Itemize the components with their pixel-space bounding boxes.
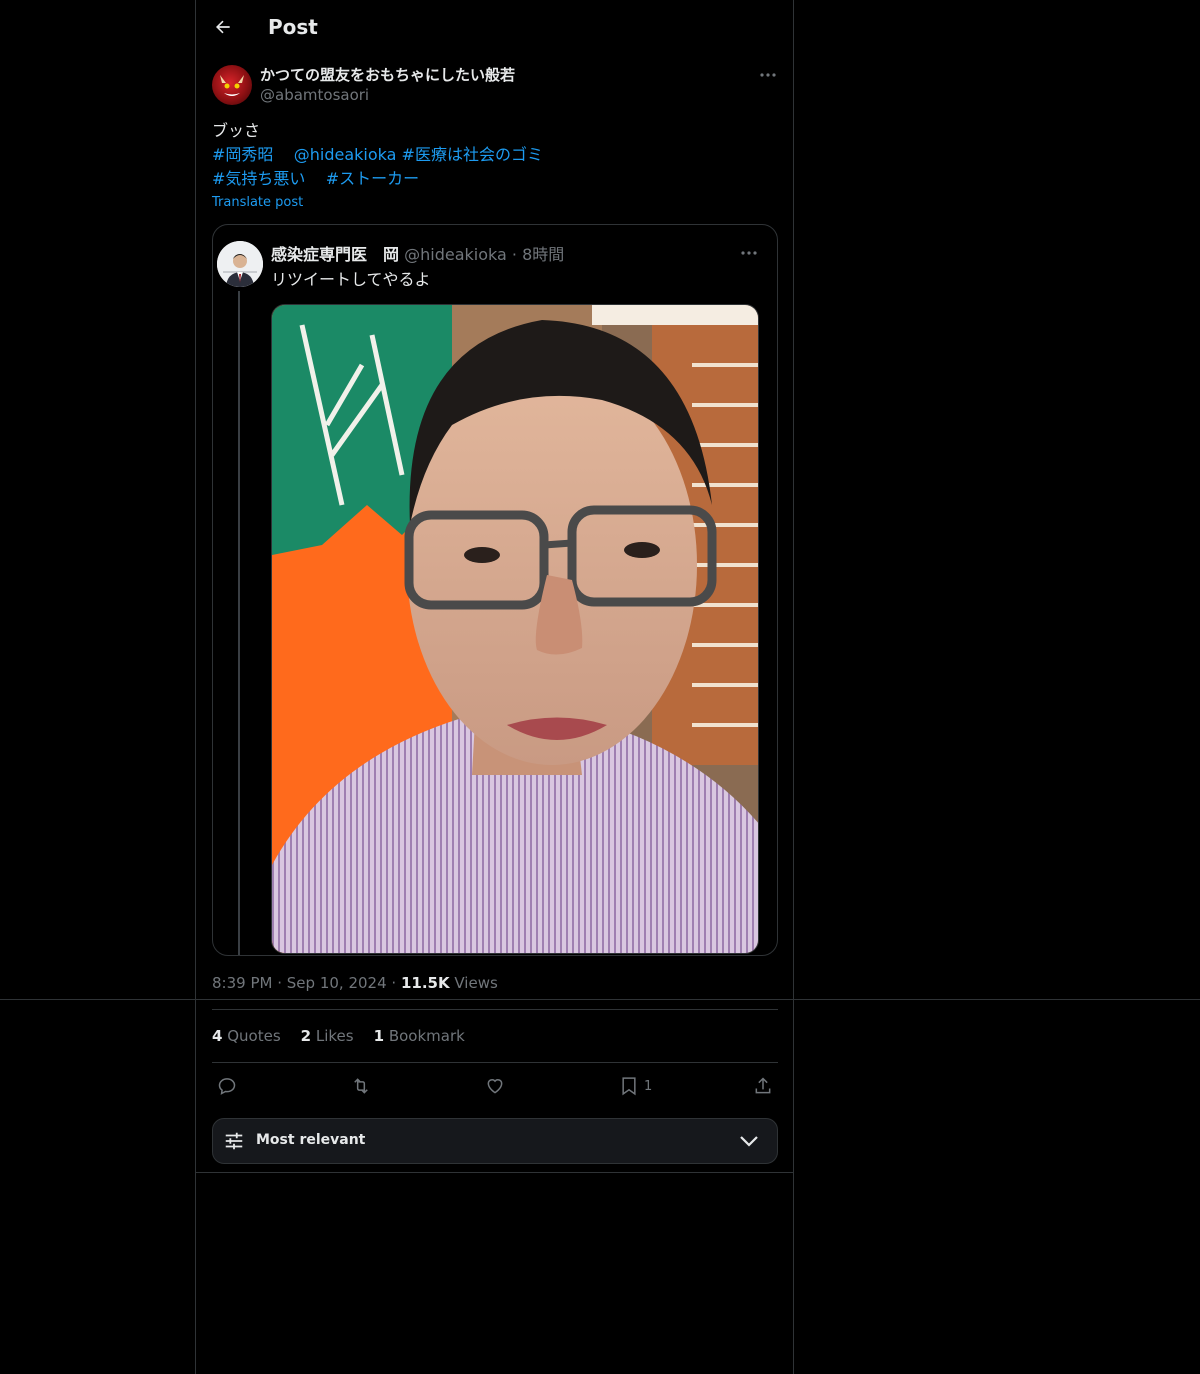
like-button[interactable] [485, 1076, 505, 1096]
quoted-avatar[interactable] [217, 241, 263, 287]
divider [195, 1172, 794, 1173]
post-author: かつての盟友をおもちゃにしたい般若 @abamtosaori [212, 65, 515, 105]
quotes-stat[interactable]: 4 Quotes [212, 1027, 281, 1045]
quoted-text: リツイートしてやるよ [271, 270, 431, 289]
reply-icon [218, 1078, 236, 1095]
repost-icon [354, 1078, 368, 1094]
hashtag-link[interactable]: #医療は社会のゴミ [402, 145, 543, 164]
chevron-down-icon [739, 1133, 759, 1152]
bookmarks-stat[interactable]: 1 Bookmark [374, 1027, 465, 1045]
quoted-post[interactable]: 感染症専門医 岡 @hideakioka · 8時間 リツイートしてやるよ [212, 224, 778, 956]
back-arrow-icon[interactable] [212, 16, 234, 38]
page-title: Post [268, 15, 318, 39]
quoted-photo[interactable] [271, 304, 759, 954]
quoted-more-icon[interactable] [739, 243, 759, 263]
post-meta: 8:39 PM · Sep 10, 2024 · 11.5K Views [212, 974, 498, 992]
views-label: Views [454, 974, 498, 992]
hashtag-link[interactable]: #岡秀昭 [212, 145, 273, 164]
translate-post-link[interactable]: Translate post [212, 195, 303, 210]
share-icon [755, 1077, 771, 1094]
views-count: 11.5K [400, 974, 450, 992]
hashtag-link[interactable]: #気持ち悪い [212, 169, 305, 188]
divider [212, 1062, 778, 1063]
sliders-icon [223, 1130, 245, 1156]
page-header: Post [212, 10, 318, 44]
reply-button[interactable] [217, 1076, 237, 1096]
author-handle[interactable]: @abamtosaori [260, 85, 515, 105]
quoted-author-name[interactable]: 感染症専門医 岡 [271, 245, 399, 264]
divider [212, 1009, 778, 1010]
quoted-timestamp[interactable]: 8時間 [522, 245, 564, 264]
more-icon[interactable] [758, 65, 778, 85]
author-name[interactable]: かつての盟友をおもちゃにしたい般若 [260, 65, 515, 85]
action-bar: 1 [212, 1074, 778, 1102]
post-text-line: ブッさ [212, 121, 261, 140]
divider [0, 999, 1200, 1000]
repost-button[interactable] [350, 1076, 372, 1096]
quoted-author-handle[interactable]: @hideakioka [404, 245, 507, 264]
engagement-stats: 4 Quotes 2 Likes 1 Bookmark [212, 1027, 465, 1045]
post-text: ブッさ #岡秀昭 @hideakioka #医療は社会のゴミ #気持ち悪い #ス… [212, 119, 772, 191]
bookmark-icon [622, 1077, 636, 1096]
bookmark-button[interactable]: 1 [620, 1076, 652, 1096]
post-date[interactable]: Sep 10, 2024 [287, 974, 387, 992]
sort-label: Most relevant [256, 1132, 366, 1148]
hashtag-link[interactable]: #ストーカー [326, 169, 419, 188]
share-button[interactable] [753, 1076, 773, 1096]
likes-stat[interactable]: 2 Likes [301, 1027, 354, 1045]
thread-line [238, 291, 240, 955]
avatar[interactable] [212, 65, 252, 105]
reply-sort-dropdown[interactable]: Most relevant [212, 1118, 778, 1164]
quoted-header: 感染症専門医 岡 @hideakioka · 8時間 [271, 245, 565, 264]
mention-link[interactable]: @hideakioka [294, 145, 397, 164]
bookmark-count: 1 [644, 1078, 653, 1094]
heart-icon [487, 1079, 503, 1094]
post-time[interactable]: 8:39 PM [212, 974, 272, 992]
